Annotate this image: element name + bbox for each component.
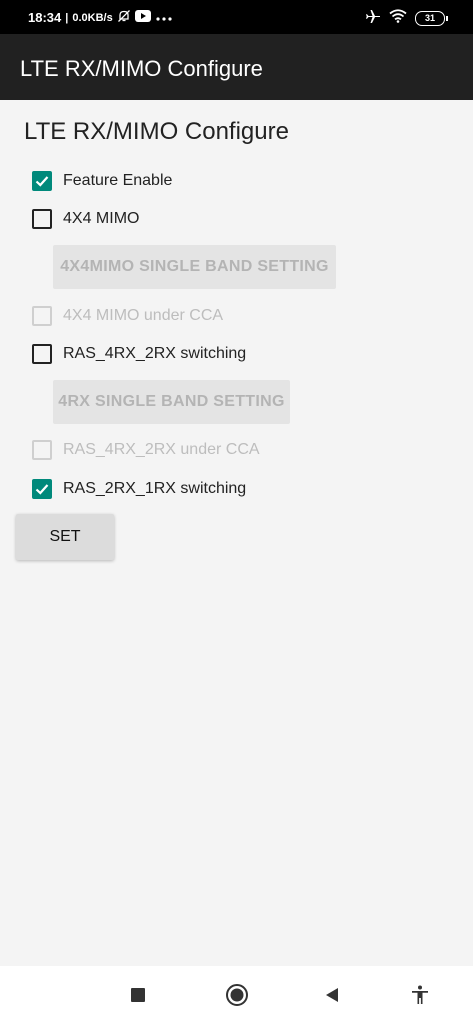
feature-enable-row[interactable]: Feature Enable [32,169,172,193]
mimo-4x4-checkbox[interactable] [32,209,52,229]
feature-enable-label: Feature Enable [63,172,173,189]
youtube-icon [134,10,151,25]
airplane-icon [365,8,381,29]
feature-enable-checkbox[interactable] [32,171,52,191]
mimo-4x4-cca-row: 4X4 MIMO under CCA [32,304,223,328]
status-right: 31 [365,8,448,29]
mimo-4x4-cca-label: 4X4 MIMO under CCA [63,307,224,324]
recents-square-icon[interactable] [125,982,151,1008]
band-4x4-setting-button[interactable]: 4X4MIMO SINGLE BAND SETTING [53,245,336,289]
battery-icon: 31 [415,11,448,26]
app-bar-title: LTE RX/MIMO Configure [20,56,263,81]
ras-2rx-1rx-row[interactable]: RAS_2RX_1RX switching [32,477,246,501]
network-speed: 0.0KB/s [72,11,113,24]
mimo-4x4-label: 4X4 MIMO [63,210,140,227]
band-4rx-setting-button[interactable]: 4RX SINGLE BAND SETTING [53,380,290,424]
mimo-4x4-cca-checkbox [32,306,52,326]
ras-4rx-2rx-cca-label: RAS_4RX_2RX under CCA [63,441,260,458]
ras-4rx-2rx-label: RAS_4RX_2RX switching [63,345,247,362]
app-bar: LTE RX/MIMO Configure [0,34,473,100]
wifi-icon [389,9,407,28]
status-bar: 18:34 | 0.0KB/s 31 [0,0,473,34]
status-left: 18:34 | 0.0KB/s [28,9,173,26]
checkmark-icon [35,484,49,495]
home-circle-icon[interactable] [224,982,250,1008]
page-title: LTE RX/MIMO Configure [24,118,289,145]
ras-4rx-2rx-checkbox[interactable] [32,344,52,364]
ras-2rx-1rx-checkbox[interactable] [32,479,52,499]
bell-off-icon [117,9,131,26]
navigation-bar [0,966,473,1024]
ras-2rx-1rx-label: RAS_2RX_1RX switching [63,480,247,497]
ras-4rx-2rx-row[interactable]: RAS_4RX_2RX switching [32,342,246,366]
status-time: 18:34 [28,10,62,25]
set-button[interactable]: SET [16,514,114,560]
ras-4rx-2rx-cca-row: RAS_4RX_2RX under CCA [32,438,260,462]
mimo-4x4-row[interactable]: 4X4 MIMO [32,207,139,231]
back-triangle-icon[interactable] [319,982,345,1008]
accessibility-icon[interactable] [407,982,433,1008]
ras-4rx-2rx-cca-checkbox [32,440,52,460]
checkmark-icon [35,176,49,187]
more-dots-icon [155,10,173,25]
